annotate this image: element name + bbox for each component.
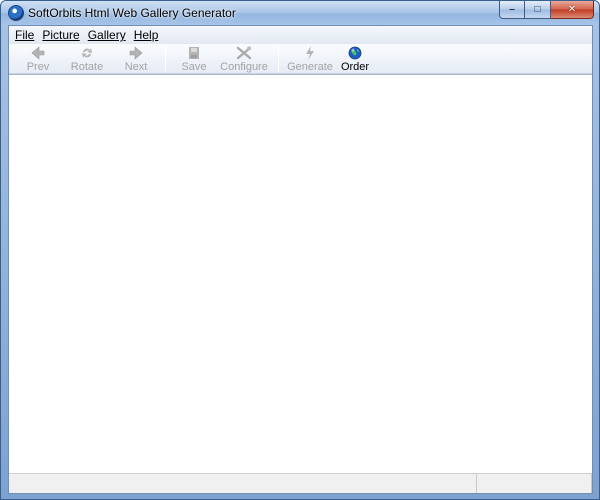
next-button[interactable]: Next — [113, 44, 159, 74]
caption-buttons: – □ ✕ — [499, 1, 594, 19]
close-button[interactable]: ✕ — [551, 1, 594, 19]
status-pane-main — [9, 474, 477, 493]
app-window: SoftOrbits Html Web Gallery Generator – … — [0, 0, 600, 500]
client-area: File Picture Gallery Help Prev Rotate Ne… — [8, 25, 593, 494]
rotate-label: Rotate — [70, 61, 104, 73]
save-icon — [186, 46, 202, 60]
order-button[interactable]: Order — [335, 44, 375, 74]
prev-label: Prev — [26, 61, 50, 73]
gallery-canvas[interactable] — [9, 74, 592, 473]
globe-icon — [347, 46, 363, 60]
tools-icon — [236, 46, 252, 60]
minimize-button[interactable]: – — [499, 1, 525, 19]
menu-help-label: Help — [133, 28, 159, 42]
rotate-button[interactable]: Rotate — [61, 44, 113, 74]
arrow-right-icon — [128, 46, 144, 60]
menu-file[interactable]: File — [11, 28, 38, 42]
menu-file-label: File — [15, 28, 35, 42]
configure-label: Configure — [220, 61, 268, 73]
menu-gallery[interactable]: Gallery — [84, 28, 130, 42]
app-globe-icon[interactable] — [8, 5, 24, 21]
generate-button[interactable]: Generate — [285, 44, 335, 74]
prev-button[interactable]: Prev — [15, 44, 61, 74]
save-label: Save — [181, 61, 207, 73]
configure-button[interactable]: Configure — [216, 44, 272, 74]
status-bar — [9, 473, 592, 493]
menu-picture[interactable]: Picture — [38, 28, 83, 42]
generate-label: Generate — [287, 61, 333, 73]
next-label: Next — [124, 61, 148, 73]
toolbar-separator — [165, 46, 166, 72]
menu-help[interactable]: Help — [130, 28, 163, 42]
save-button[interactable]: Save — [172, 44, 216, 74]
arrow-left-icon — [30, 46, 46, 60]
toolbar-separator — [278, 46, 279, 72]
maximize-button[interactable]: □ — [525, 1, 551, 19]
menu-picture-label: Picture — [42, 28, 80, 42]
rotate-icon — [79, 46, 95, 60]
status-pane-side — [477, 474, 592, 493]
lightning-icon — [302, 46, 318, 60]
order-label: Order — [340, 61, 370, 73]
window-title: SoftOrbits Html Web Gallery Generator — [28, 6, 236, 20]
menu-gallery-label: Gallery — [87, 28, 126, 42]
toolbar: Prev Rotate Next Save Configure Generate… — [9, 44, 592, 74]
title-bar[interactable]: SoftOrbits Html Web Gallery Generator – … — [1, 1, 599, 25]
menu-bar: File Picture Gallery Help — [9, 26, 592, 44]
